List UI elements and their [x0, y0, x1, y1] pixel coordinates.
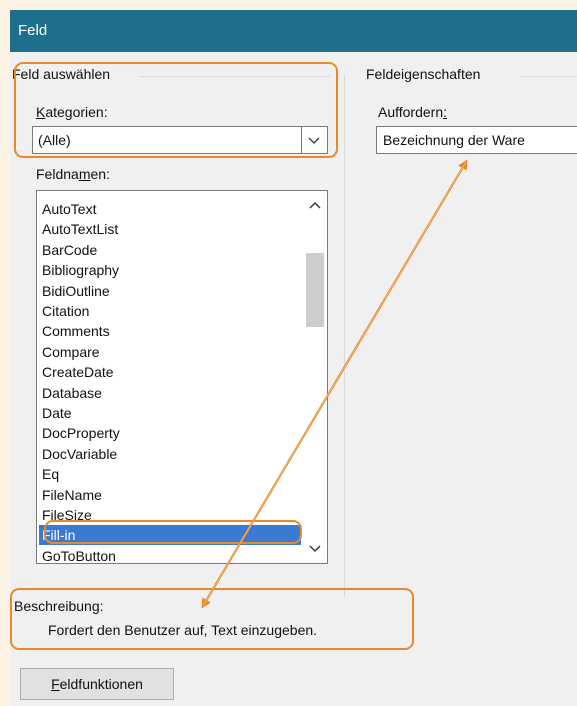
- annotation-arrow: [201, 159, 468, 609]
